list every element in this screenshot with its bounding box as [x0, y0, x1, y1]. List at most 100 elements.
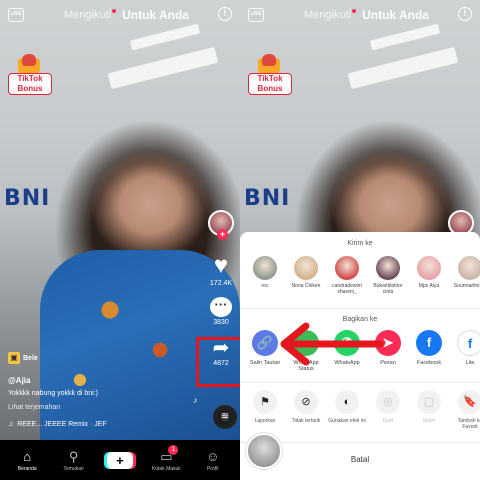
sound-title: REEE... JEEEE Remix · JEF — [17, 421, 107, 428]
tab-for-you[interactable]: Untuk Anda — [122, 8, 189, 22]
floating-notes-icon: ♪ — [193, 395, 198, 405]
creator-avatar[interactable]: + — [208, 210, 234, 240]
link-icon: 🔗 — [252, 330, 278, 356]
product-chip[interactable]: ▣ Bele — [8, 352, 38, 364]
inbox-badge: 1 — [168, 444, 179, 455]
contact-avatar — [294, 256, 318, 280]
bottom-nav: ⌂ Beranda ⚲ Temukan + ▭ 1 Kotak Masuk ☺ … — [0, 440, 240, 480]
video-description: Yokkkk nabung yokkk di bni:) — [8, 390, 99, 397]
contact-item[interactable]: Bukanbloktor cinta — [369, 256, 407, 295]
share-action-item[interactable]: ⚑ Laporkan — [246, 390, 284, 430]
contact-item[interactable]: roc — [246, 256, 284, 295]
share-action-label: Tidak tertarik — [291, 418, 321, 424]
sound-disc[interactable]: ≋ — [213, 405, 237, 429]
nav-create[interactable]: + — [100, 451, 140, 469]
following-dot — [112, 9, 117, 13]
share-app-label: Pesan — [380, 360, 396, 366]
share-action-item[interactable]: ◐ Gunakan efek ini — [328, 390, 366, 430]
live-button[interactable]: LIVE — [248, 8, 264, 22]
share-app-item[interactable]: 🔗 Salin Tautan — [246, 330, 284, 372]
home-icon: ⌂ — [23, 448, 32, 464]
share-app-item[interactable]: f Lite — [451, 330, 480, 372]
nav-home[interactable]: ⌂ Beranda — [7, 449, 47, 472]
not-interested-icon: ⊘ — [294, 390, 318, 414]
share-app-item[interactable]: f Facebook — [410, 330, 448, 372]
screenshot-comparison: BNI LIVE Mengikuti Untuk Anda ! TikTok B… — [0, 0, 480, 480]
contact-item[interactable]: Sourmartini.ex — [451, 256, 480, 295]
share-highlight-box — [196, 337, 240, 387]
share-action-label: Stitch — [422, 418, 436, 424]
send-to-title: Kirim ke — [347, 240, 373, 247]
share-app-label: WhatsApp — [334, 360, 360, 366]
sound-row[interactable]: ♫ REEE... JEEEE Remix · JEF — [8, 421, 107, 428]
nav-inbox[interactable]: ▭ 1 Kotak Masuk — [146, 444, 186, 472]
heart-icon[interactable]: ♥ — [214, 254, 228, 278]
tab-following[interactable]: Mengikuti — [64, 9, 111, 21]
contact-name: Mpo Alya — [418, 283, 440, 289]
nav-discover[interactable]: ⚲ Temukan — [54, 449, 94, 472]
tab-following[interactable]: Mengikuti — [304, 9, 351, 21]
cancel-button[interactable]: Batal — [240, 455, 480, 464]
comment-count: 3830 — [213, 319, 229, 326]
top-bar: LIVE Mengikuti Untuk Anda ! — [240, 6, 480, 24]
share-action-label: Tambah ke Favorit — [457, 418, 480, 430]
nav-discover-label: Temukan — [63, 465, 84, 472]
cancel-bar[interactable]: Batal — [240, 433, 480, 480]
bonus-label: TikTok Bonus — [248, 73, 292, 95]
following-dot — [352, 9, 357, 13]
contact-item[interactable]: Mpo Alya — [410, 256, 448, 295]
nav-profile[interactable]: ☺ Profil — [193, 449, 233, 472]
contact-avatar — [376, 256, 400, 280]
see-translation-link[interactable]: Lihat terjemahan — [8, 404, 60, 411]
nav-inbox-label: Kotak Masuk — [151, 465, 181, 472]
share-app-item[interactable]: ◔ WhatsApp Status — [287, 330, 325, 372]
person-icon: ☺ — [206, 448, 220, 464]
share-action-item[interactable]: ⊘ Tidak tertarik — [287, 390, 325, 430]
bank-wall-logo: BNI — [4, 186, 51, 211]
alert-icon[interactable]: ! — [218, 7, 232, 21]
contact-avatar — [458, 256, 480, 280]
fist-icon — [262, 54, 276, 66]
whatsapp-icon: ✆ — [334, 330, 360, 356]
share-action-label: Duet — [382, 418, 394, 424]
share-sheet: Kirim ke roc Nona Chiken candradewim share… — [240, 232, 480, 480]
contacts-row: roc Nona Chiken candradewim shareni_ Bukanb… — [246, 256, 480, 295]
like-count: 172.4K — [209, 280, 233, 287]
share-app-item[interactable]: ➤ Pesan — [369, 330, 407, 372]
nav-profile-label: Profil — [207, 465, 219, 472]
share-app-label: Lite — [465, 360, 475, 366]
author-handle[interactable]: @Ajia — [8, 376, 30, 385]
facebook-icon: f — [416, 330, 442, 356]
share-app-label: Facebook — [416, 360, 442, 366]
top-bar: LIVE Mengikuti Untuk Anda ! — [0, 6, 240, 24]
contact-item[interactable]: Nona Chiken — [287, 256, 325, 295]
tiktok-bonus-badge[interactable]: TikTok Bonus — [248, 54, 292, 100]
live-button[interactable]: LIVE — [8, 8, 24, 22]
stitch-icon: ▢ — [417, 390, 441, 414]
music-note-icon: ♫ — [8, 421, 14, 428]
share-action-item[interactable]: 🔖 Tambah ke Favorit — [451, 390, 480, 430]
share-app-item[interactable]: ✆ WhatsApp — [328, 330, 366, 372]
create-plus-icon: + — [106, 451, 133, 469]
comment-icon[interactable]: ··· — [210, 297, 232, 317]
message-send-icon: ➤ — [375, 330, 401, 356]
nav-home-label: Beranda — [17, 465, 37, 472]
alert-icon[interactable]: ! — [458, 7, 472, 21]
contact-name: Bukanbloktor cinta — [373, 283, 403, 295]
contact-item[interactable]: candradewim shareni_ — [328, 256, 366, 295]
tab-for-you[interactable]: Untuk Anda — [362, 8, 429, 22]
contact-name: Sourmartini.ex — [453, 283, 480, 289]
follow-plus-icon[interactable]: + — [217, 229, 228, 240]
effect-icon: ◐ — [335, 390, 359, 414]
feed-tabs: Mengikuti Untuk Anda — [304, 8, 429, 22]
share-sheet-screen: BNI LIVE Mengikuti Untuk Anda ! TikTok B… — [240, 0, 480, 480]
flag-icon: ⚑ — [253, 390, 277, 414]
contact-name: roc — [261, 283, 269, 289]
share-apps-row: 🔗 Salin Tautan ◔ WhatsApp Status ✆ WhatsApp ➤ P… — [246, 330, 480, 372]
share-action-label: Laporkan — [254, 418, 276, 424]
contact-avatar — [417, 256, 441, 280]
tiktok-bonus-badge[interactable]: TikTok Bonus — [8, 54, 52, 100]
search-icon: ⚲ — [68, 448, 79, 464]
fist-icon — [22, 54, 36, 66]
product-chip-label: Bele — [23, 354, 38, 362]
